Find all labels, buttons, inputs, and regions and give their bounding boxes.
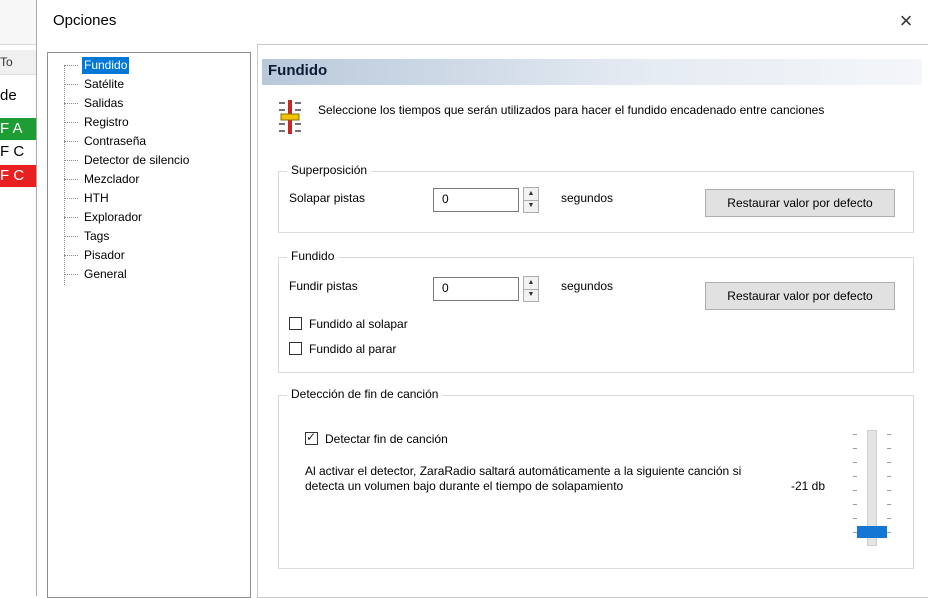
slider-tick <box>853 476 857 477</box>
superposicion-reset-button[interactable]: Restaurar valor por defecto <box>705 189 895 217</box>
close-icon[interactable]: × <box>891 6 921 36</box>
window-title: Opciones <box>53 12 117 29</box>
slider-tick <box>887 504 891 505</box>
solapar-pistas-input[interactable]: 0 <box>433 188 519 212</box>
background-app-row-red: F C <box>0 165 36 187</box>
tree-line <box>64 65 65 285</box>
fundir-pistas-input[interactable]: 0 <box>433 277 519 301</box>
superposicion-title: Superposición <box>287 163 372 177</box>
fundir-pistas-label: Fundir pistas <box>289 279 358 293</box>
detectar-fin-checkbox[interactable] <box>305 430 318 445</box>
slider-tick <box>887 518 891 519</box>
options-dialog: Opciones × Fundido Satélite Salidas Regi… <box>36 0 928 598</box>
detectar-fin-label: Detectar fin de canción <box>325 432 448 446</box>
fundido-al-solapar-label: Fundido al solapar <box>309 317 408 331</box>
solapar-unit: segundos <box>561 191 614 205</box>
fundido-reset-button[interactable]: Restaurar valor por defecto <box>705 282 895 310</box>
slider-tick <box>853 434 857 435</box>
deteccion-description: Al activar el detector, ZaraRadio saltar… <box>305 464 742 493</box>
intro-text: Seleccione los tiempos que serán utiliza… <box>318 103 825 117</box>
fundido-al-parar-checkbox[interactable] <box>289 342 302 355</box>
fundir-pistas-spinner[interactable]: ▲ ▼ <box>523 276 539 302</box>
fundido-title: Fundido <box>287 249 339 263</box>
fundir-unit: segundos <box>561 279 614 293</box>
settings-panel: Fundido Seleccione los tiempos que serán… <box>257 44 928 598</box>
background-app-toolbar <box>0 0 36 45</box>
slider-tick <box>853 448 857 449</box>
level-slider-thumb[interactable] <box>857 526 887 538</box>
fundido-al-parar-label: Fundido al parar <box>309 342 397 356</box>
solapar-pistas-label: Solapar pistas <box>289 191 366 205</box>
background-app: To de F A F C F C <box>0 0 36 596</box>
slider-tick <box>887 532 891 533</box>
slider-tick <box>887 462 891 463</box>
slider-tick <box>853 462 857 463</box>
slider-tick <box>853 490 857 491</box>
background-app-tab: To <box>0 50 36 75</box>
fundido-group: Fundido Fundir pistas 0 ▲ ▼ segundos Res… <box>278 249 914 373</box>
slider-tick <box>887 448 891 449</box>
slider-tick <box>887 490 891 491</box>
panel-title: Fundido <box>268 62 328 79</box>
superposicion-group: Superposición Solapar pistas 0 ▲ ▼ segun… <box>278 163 914 233</box>
background-app-row: F C <box>0 143 25 160</box>
spin-down-icon[interactable]: ▼ <box>524 289 538 301</box>
options-tree: Fundido Satélite Salidas Registro Contra… <box>47 52 251 598</box>
title-bar: Opciones × <box>37 0 928 44</box>
panel-header: Fundido <box>262 59 922 85</box>
deteccion-group: Detección de fin de canción Detectar fin… <box>278 387 914 569</box>
slider-tick <box>853 504 857 505</box>
background-app-row: de <box>0 87 17 104</box>
slider-tick <box>853 518 857 519</box>
deteccion-title: Detección de fin de canción <box>287 387 443 401</box>
fundido-al-solapar-checkbox[interactable] <box>289 317 302 330</box>
background-app-row-green: F A <box>0 118 36 140</box>
solapar-pistas-spinner[interactable]: ▲ ▼ <box>523 187 539 213</box>
slider-tick <box>887 476 891 477</box>
level-readout: -21 db <box>791 479 826 493</box>
spin-down-icon[interactable]: ▼ <box>524 200 538 212</box>
fader-icon <box>279 100 301 134</box>
slider-tick <box>887 434 891 435</box>
